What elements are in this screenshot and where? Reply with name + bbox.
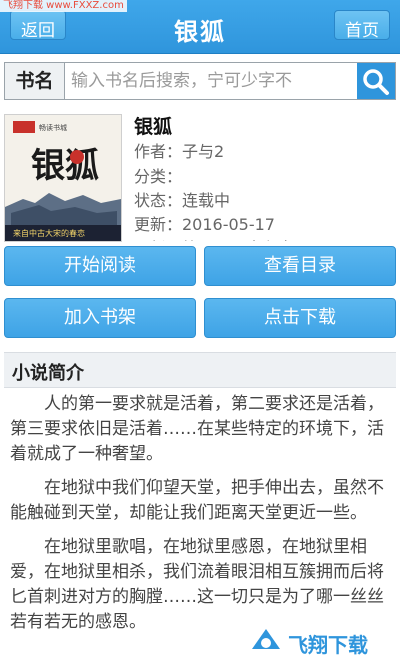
intro-heading: 小说简介 (12, 363, 84, 384)
add-to-shelf-button[interactable]: 加入书架 (4, 298, 196, 338)
watermark-badge: 飞翔下载 (244, 623, 394, 659)
app-header: 返回 银狐 首页 飞翔下载 www.FXXZ.com (0, 0, 400, 54)
watermark-logo-icon (252, 629, 280, 649)
book-latest-chapter[interactable]: 最新：第三百二十九章 ... (134, 235, 314, 241)
book-category: 分类： (134, 167, 183, 186)
search-button[interactable] (357, 63, 395, 99)
search-icon (363, 69, 389, 95)
book-info: 畅读书城 银狐 来自中古大宋的春恋 银狐 作者：子与2 分类： 状态：连载中 更… (4, 110, 396, 242)
search-input[interactable] (71, 67, 357, 95)
start-reading-button[interactable]: 开始阅读 (4, 246, 196, 286)
intro-paragraph: 在地狱里歌唱，在地狱里感恩，在地狱里相爱，在地狱里相杀，我们流着眼泪相互簇拥而后… (10, 537, 384, 632)
watermark-text: 飞翔下载 (288, 633, 368, 657)
view-catalog-button[interactable]: 查看目录 (204, 246, 396, 286)
book-cover[interactable]: 畅读书城 银狐 来自中古大宋的春恋 (4, 114, 122, 242)
search-type-label[interactable]: 书名 (5, 63, 65, 99)
intro-paragraph: 人的第一要求就是活着，第二要求还是活着，第三要求依旧是活着……在某些特定的环境下… (10, 394, 384, 464)
intro-section-header: 小说简介 (4, 352, 396, 388)
book-status: 状态：连载中 (134, 191, 231, 210)
cover-badge: 畅读书城 (39, 123, 67, 132)
search-bar: 书名 (4, 62, 396, 100)
intro-paragraph: 在地狱中我们仰望天堂，把手伸出去，虽然不能触碰到天堂，却能让我们距离天堂更近一些… (10, 478, 384, 523)
watermark-logo: 飞翔下载 www.FXXZ.com (0, 0, 127, 12)
book-title: 银狐 (134, 116, 173, 138)
book-updated: 更新：2016-05-17 (134, 215, 275, 234)
action-buttons: 开始阅读 查看目录 加入书架 点击下载 (4, 246, 396, 342)
download-button[interactable]: 点击下载 (204, 298, 396, 338)
book-author: 作者：子与2 (134, 142, 225, 161)
cover-art: 畅读书城 银狐 来自中古大宋的春恋 (5, 115, 121, 241)
cover-calligraphy: 银狐 (31, 146, 99, 186)
home-button[interactable]: 首页 (334, 10, 390, 40)
cover-tagline: 来自中古大宋的春恋 (13, 228, 85, 238)
